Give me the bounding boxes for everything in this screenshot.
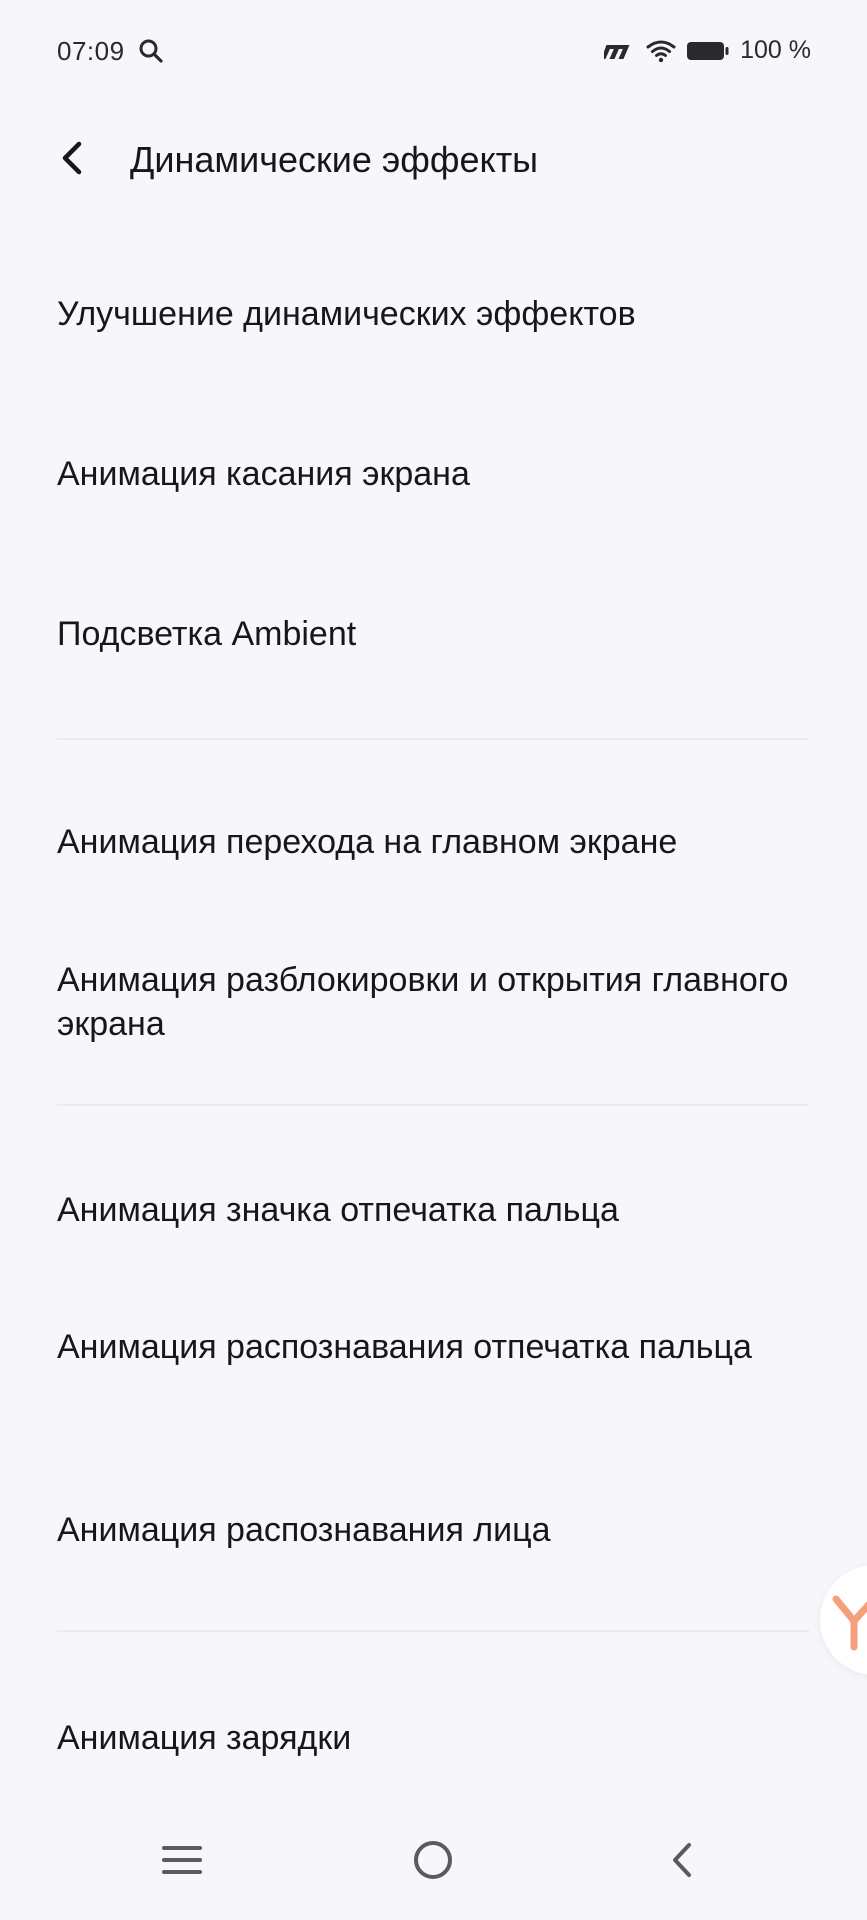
wifi-icon — [646, 39, 676, 63]
list-item-dynamic-effects-enhancement[interactable]: Улучшение динамических эффектов — [57, 292, 817, 336]
battery-percent: 100 % — [740, 36, 811, 64]
section-divider — [57, 1104, 809, 1106]
search-icon — [138, 38, 164, 64]
section-divider — [57, 1630, 809, 1632]
network-icon — [604, 41, 636, 61]
list-item-face-recognition-animation[interactable]: Анимация распознавания лица — [57, 1508, 817, 1552]
menu-icon — [161, 1844, 203, 1881]
nav-back-button[interactable] — [652, 1832, 712, 1892]
list-item-ambient-light[interactable]: Подсветка Ambient — [57, 612, 817, 656]
floating-ball[interactable] — [820, 1565, 867, 1675]
nav-home-button[interactable] — [403, 1832, 463, 1892]
back-arrow-icon — [57, 138, 87, 183]
list-item-unlock-home-animation[interactable]: Анимация разблокировки и открытия главно… — [57, 958, 817, 1046]
list-item-charging-animation[interactable]: Анимация зарядки — [57, 1716, 817, 1760]
list-item-fingerprint-recognition-animation[interactable]: Анимация распознавания отпечатка пальца — [57, 1325, 817, 1369]
navigation-bar — [0, 1800, 867, 1920]
section-divider — [57, 738, 809, 740]
page-title: Динамические эффекты — [130, 139, 539, 180]
nav-menu-button[interactable] — [152, 1832, 212, 1892]
status-time: 07:09 — [57, 36, 125, 66]
back-button[interactable] — [44, 132, 100, 188]
back-icon — [667, 1840, 697, 1885]
status-bar: 07:09 100 % — [0, 0, 867, 104]
list-item-screen-touch-animation[interactable]: Анимация касания экрана — [57, 452, 817, 496]
header: Динамические эффекты — [0, 104, 867, 214]
list-item-home-transition-animation[interactable]: Анимация перехода на главном экране — [57, 820, 817, 864]
list-item-fingerprint-icon-animation[interactable]: Анимация значка отпечатка пальца — [57, 1188, 817, 1232]
home-icon — [412, 1839, 454, 1886]
status-indicators: 100 % — [604, 36, 811, 65]
battery-icon — [686, 40, 730, 62]
